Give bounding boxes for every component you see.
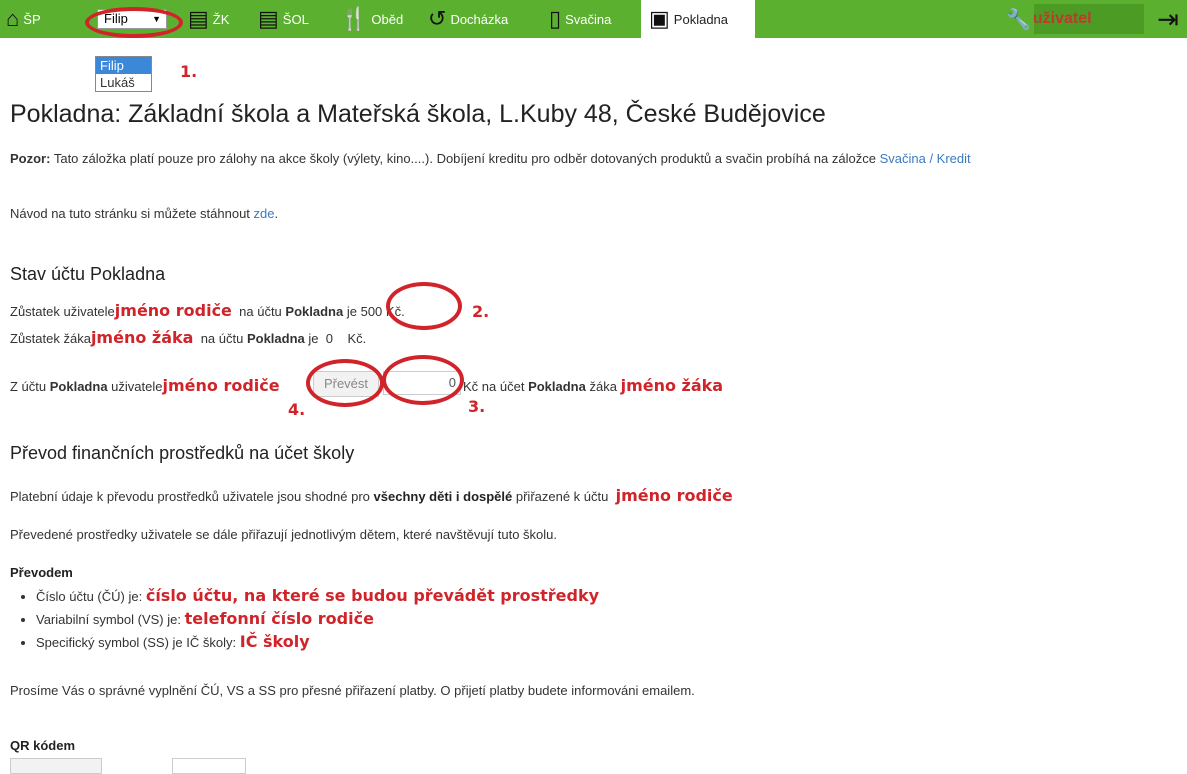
list-item: Číslo účtu (ČÚ) je: číslo účtu, na které… xyxy=(36,584,599,607)
student-name: jméno žáka xyxy=(90,328,194,347)
parent-name: jméno rodiče xyxy=(114,301,232,320)
dropdown-option[interactable]: Lukáš xyxy=(96,74,151,91)
annotation-4: 4. xyxy=(288,400,306,419)
warning-text: Pozor: Tato záložka platí pouze pro zálo… xyxy=(10,151,971,166)
section-title-balance: Stav účtu Pokladna xyxy=(10,264,166,284)
cutlery-icon: 🍴 xyxy=(340,6,368,31)
notice-text: Prosíme Vás o správné vyplnění ČÚ, VS a … xyxy=(10,683,695,698)
payment-info-text: Platební údaje k převodu prostředků uživ… xyxy=(10,486,733,505)
annotation-2: 2. xyxy=(472,302,490,321)
student-dropdown: Filip Lukáš xyxy=(95,56,152,92)
user-menu[interactable]: 🔧 uživatel xyxy=(1006,4,1144,34)
highlight-circle xyxy=(386,282,462,330)
user-balance-line: Zůstatek uživatelejméno rodiče na účtu P… xyxy=(10,301,405,320)
annotation-3: 3. xyxy=(468,397,486,416)
transfer-line-start: Z účtu Pokladna uživatelejméno rodiče xyxy=(10,376,280,395)
guide-download-link[interactable]: zde xyxy=(254,206,275,221)
dropdown-option[interactable]: Filip xyxy=(96,57,151,74)
section-title-transfer: Převod finančních prostředků na účet ško… xyxy=(10,443,355,463)
notebook-icon: ▤ xyxy=(188,6,209,31)
student-balance-line: Zůstatek žákajméno žáka na účtu Pokladna… xyxy=(10,328,367,347)
annotation-1: 1. xyxy=(180,62,198,81)
nav-home[interactable]: ⌂ ŠP xyxy=(6,0,41,38)
assignment-text: Převedené prostředky uživatele se dále p… xyxy=(10,527,557,542)
page-title: Pokladna: Základní škola a Mateřská škol… xyxy=(10,100,826,128)
list-item: Variabilní symbol (VS) je: telefonní čís… xyxy=(36,607,599,630)
highlight-circle xyxy=(306,359,384,407)
logout-icon[interactable]: ⇥ xyxy=(1149,0,1187,38)
cash-register-icon: ▣ xyxy=(649,6,670,31)
nav-obed[interactable]: 🍴 Oběd xyxy=(340,0,403,38)
transfer-line-end: Kč na účet Pokladna žáka jméno žáka xyxy=(463,376,724,395)
home-icon: ⌂ xyxy=(6,6,20,31)
student-balance-amount: 0 xyxy=(325,331,333,346)
qr-heading: QR kódem xyxy=(10,738,76,753)
qr-button[interactable] xyxy=(10,758,102,774)
guide-text: Návod na tuto stránku si můžete stáhnout… xyxy=(10,206,279,221)
nav-zk[interactable]: ▤ ŽK xyxy=(188,0,229,38)
qr-amount-input[interactable] xyxy=(172,758,246,774)
payment-details-list: Číslo účtu (ČÚ) je: číslo účtu, na které… xyxy=(20,584,599,653)
history-icon: ↺ xyxy=(428,6,447,31)
list-item: Specifický symbol (SS) je IČ školy: IČ š… xyxy=(36,630,599,653)
bottle-icon: ▯ xyxy=(549,6,562,31)
highlight-circle xyxy=(85,7,183,38)
notebook-icon: ▤ xyxy=(258,6,279,31)
prevodem-heading: Převodem xyxy=(10,565,73,580)
nav-svacina[interactable]: ▯ Svačina xyxy=(549,0,611,38)
wrench-icon: 🔧 xyxy=(1006,8,1031,31)
nav-sol[interactable]: ▤ ŠOL xyxy=(258,0,309,38)
highlight-circle xyxy=(382,355,464,405)
nav-dochazka[interactable]: ↺ Docházka xyxy=(428,0,508,38)
nav-pokladna[interactable]: ▣ Pokladna xyxy=(641,0,755,38)
svacina-kredit-link[interactable]: Svačina / Kredit xyxy=(880,151,971,166)
